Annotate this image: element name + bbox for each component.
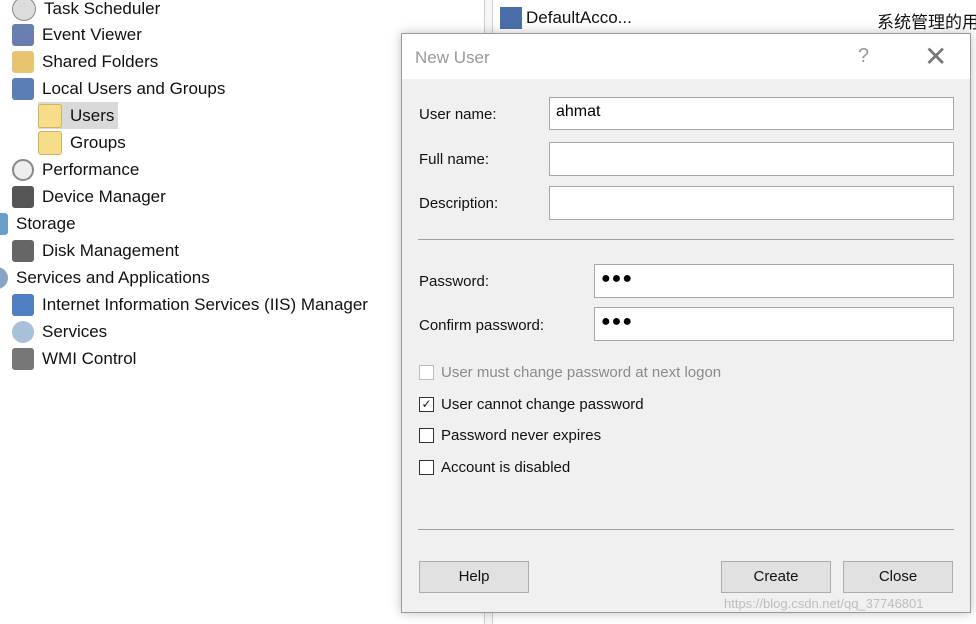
iis-icon	[12, 293, 34, 316]
clock-icon	[12, 0, 36, 21]
checkbox-label: Account is disabled	[441, 459, 571, 476]
users-icon	[12, 77, 34, 100]
storage-icon	[0, 212, 8, 235]
checkbox-label: Password never expires	[441, 427, 602, 444]
tree-label: Device Manager	[42, 186, 166, 206]
new-user-dialog: New User ? ✕ User name: ahmat Full name:…	[401, 33, 971, 613]
username-label: User name:	[419, 106, 497, 123]
password-never-expires-checkbox[interactable]: Password never expires	[419, 427, 601, 444]
tree-label: Performance	[42, 159, 140, 179]
checkbox-box	[419, 365, 434, 380]
disk-icon	[12, 239, 34, 262]
fullname-input[interactable]	[549, 142, 954, 176]
divider	[418, 529, 954, 530]
tree-item-performance[interactable]: Performance	[12, 156, 139, 183]
divider	[418, 239, 954, 240]
watermark: https://blog.csdn.net/qq_37746801	[724, 596, 924, 611]
list-item-name: DefaultAcco...	[526, 8, 632, 27]
device-manager-icon	[12, 185, 34, 208]
list-item-description: 系统管理的用	[877, 13, 976, 32]
confirm-password-input[interactable]: ●●●	[594, 307, 954, 341]
cannot-change-password-checkbox[interactable]: ✓ User cannot change password	[419, 396, 644, 413]
tree-item-users[interactable]: Users	[38, 102, 119, 129]
help-icon[interactable]: ?	[858, 45, 869, 68]
tree-item-shared-folders[interactable]: Shared Folders	[12, 48, 158, 75]
checkbox-box	[419, 428, 434, 443]
checkmark-icon: ✓	[419, 397, 434, 412]
tree-item-services-applications[interactable]: Services and Applications	[0, 264, 210, 291]
wmi-icon	[12, 347, 34, 370]
tree-label: Services and Applications	[16, 267, 210, 287]
close-icon[interactable]: ✕	[924, 40, 947, 73]
checkbox-label: User cannot change password	[441, 396, 644, 413]
tree-item-iis-manager[interactable]: Internet Information Services (IIS) Mana…	[12, 291, 368, 318]
username-input[interactable]: ahmat	[549, 97, 954, 130]
list-item[interactable]: DefaultAcco...	[500, 7, 632, 29]
tree-label: WMI Control	[42, 348, 137, 368]
tree-label: Storage	[16, 213, 76, 233]
tree-label: Users	[70, 105, 115, 125]
close-button[interactable]: Close	[843, 561, 953, 593]
create-button[interactable]: Create	[721, 561, 831, 593]
tree-label: Groups	[70, 132, 126, 152]
tree-label: Disk Management	[42, 240, 180, 260]
gear-icon	[0, 266, 8, 289]
description-input[interactable]	[549, 186, 954, 220]
description-label: Description:	[419, 195, 499, 212]
tree-label: Services	[42, 321, 108, 341]
shared-folder-icon	[12, 50, 34, 73]
must-change-password-checkbox[interactable]: User must change password at next logon	[419, 364, 721, 381]
tree-item-local-users-groups[interactable]: Local Users and Groups	[12, 75, 225, 102]
event-viewer-icon	[12, 23, 34, 46]
tree-label: Task Scheduler	[44, 0, 161, 18]
account-disabled-checkbox[interactable]: Account is disabled	[419, 459, 570, 476]
user-icon	[500, 7, 522, 29]
tree-item-groups[interactable]: Groups	[38, 129, 126, 156]
tree-label: Event Viewer	[42, 24, 142, 44]
checkbox-box	[419, 460, 434, 475]
tree-item-task-scheduler[interactable]: Task Scheduler	[12, 0, 160, 22]
password-input[interactable]: ●●●	[594, 264, 954, 298]
tree-item-services[interactable]: Services	[12, 318, 107, 345]
folder-icon	[38, 103, 62, 128]
tree-item-event-viewer[interactable]: Event Viewer	[12, 21, 142, 48]
tree-item-storage[interactable]: Storage	[0, 210, 76, 237]
gear-icon	[12, 320, 34, 343]
folder-icon	[38, 130, 62, 155]
tree-item-disk-management[interactable]: Disk Management	[12, 237, 179, 264]
fullname-label: Full name:	[419, 151, 490, 168]
tree-item-wmi-control[interactable]: WMI Control	[12, 345, 136, 372]
tree-label: Internet Information Services (IIS) Mana…	[42, 294, 368, 314]
tree-label: Shared Folders	[42, 51, 159, 71]
password-label: Password:	[419, 273, 490, 290]
performance-icon	[12, 158, 34, 181]
help-button[interactable]: Help	[419, 561, 529, 593]
checkbox-label: User must change password at next logon	[441, 364, 722, 381]
dialog-title: New User	[415, 48, 490, 67]
tree-item-device-manager[interactable]: Device Manager	[12, 183, 166, 210]
confirm-password-label: Confirm password:	[419, 317, 545, 334]
tree-label: Local Users and Groups	[42, 78, 226, 98]
dialog-title-bar[interactable]: New User ? ✕	[402, 34, 970, 79]
